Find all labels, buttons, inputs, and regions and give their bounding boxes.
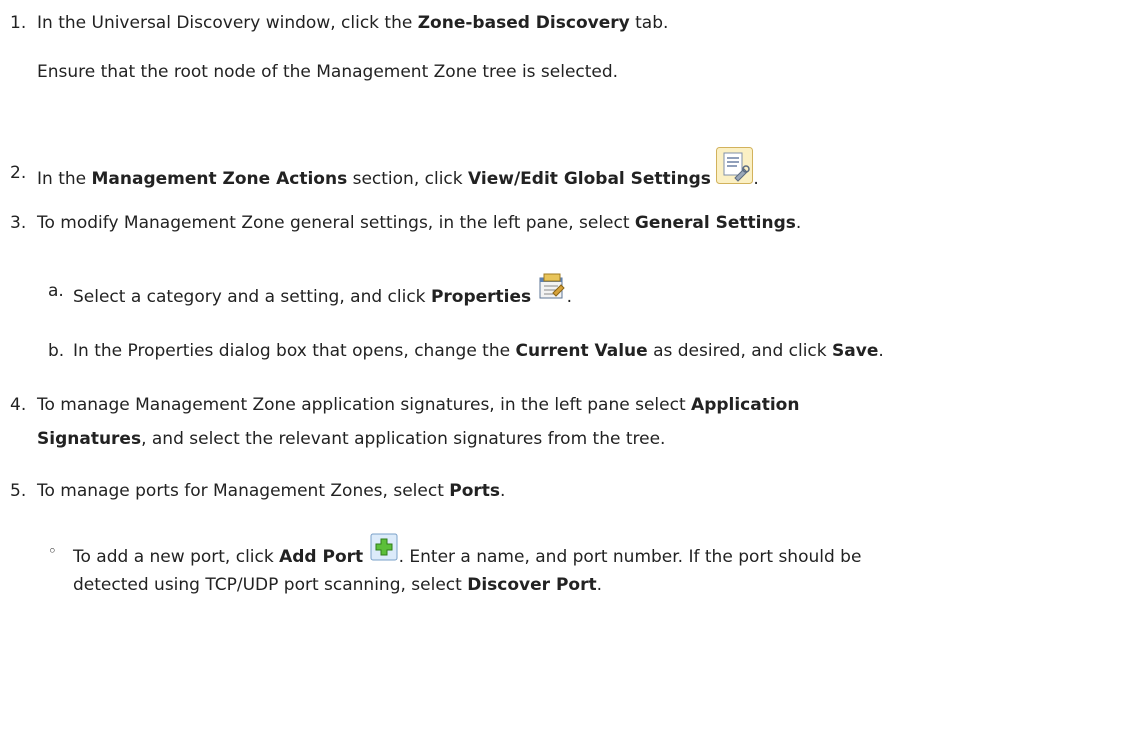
ui-term: Save xyxy=(832,341,879,361)
step-number: 1. xyxy=(10,13,27,33)
step-number: 4. xyxy=(10,395,27,415)
ui-term: View/Edit Global Settings xyxy=(468,169,711,189)
step-text-continued: Signatures, and select the relevant appl… xyxy=(37,429,666,449)
bullet-text: To add a new port, click Add Port . Ente… xyxy=(73,532,861,572)
substep-letter: a. xyxy=(48,281,64,301)
bullet-text-continued: detected using TCP/UDP port scanning, se… xyxy=(73,575,603,595)
substep-text: Select a category and a setting, and cli… xyxy=(73,272,572,312)
ui-term: Management Zone Actions xyxy=(91,169,348,189)
ui-term: General Settings xyxy=(634,213,796,233)
step-text: To manage Management Zone application si… xyxy=(37,395,800,415)
ui-term: Add Port xyxy=(279,547,364,567)
step-text: To modify Management Zone general settin… xyxy=(37,213,802,233)
step-number: 3. xyxy=(10,213,27,233)
step-note: Ensure that the root node of the Managem… xyxy=(37,62,619,82)
ui-term: Discover Port xyxy=(467,575,597,595)
bullet-marker: ◦ xyxy=(48,542,57,560)
global-settings-icon xyxy=(716,147,754,198)
ui-term: Application xyxy=(691,395,800,415)
step-text: In the Management Zone Actions section, … xyxy=(37,147,759,198)
ui-term: Properties xyxy=(430,287,532,307)
step-number: 5. xyxy=(10,481,27,501)
step-text: In the Universal Discovery window, click… xyxy=(37,13,669,33)
add-port-icon xyxy=(369,532,399,572)
substep-text: In the Properties dialog box that opens,… xyxy=(73,341,884,361)
substep-letter: b. xyxy=(48,341,65,361)
ui-term: Zone-based Discovery xyxy=(417,13,630,33)
ui-term: Current Value xyxy=(515,341,648,361)
properties-icon xyxy=(537,272,567,312)
ui-term: Ports xyxy=(449,481,501,501)
ui-term: Signatures xyxy=(37,429,142,449)
step-number: 2. xyxy=(10,163,27,183)
step-text: To manage ports for Management Zones, se… xyxy=(37,481,506,501)
